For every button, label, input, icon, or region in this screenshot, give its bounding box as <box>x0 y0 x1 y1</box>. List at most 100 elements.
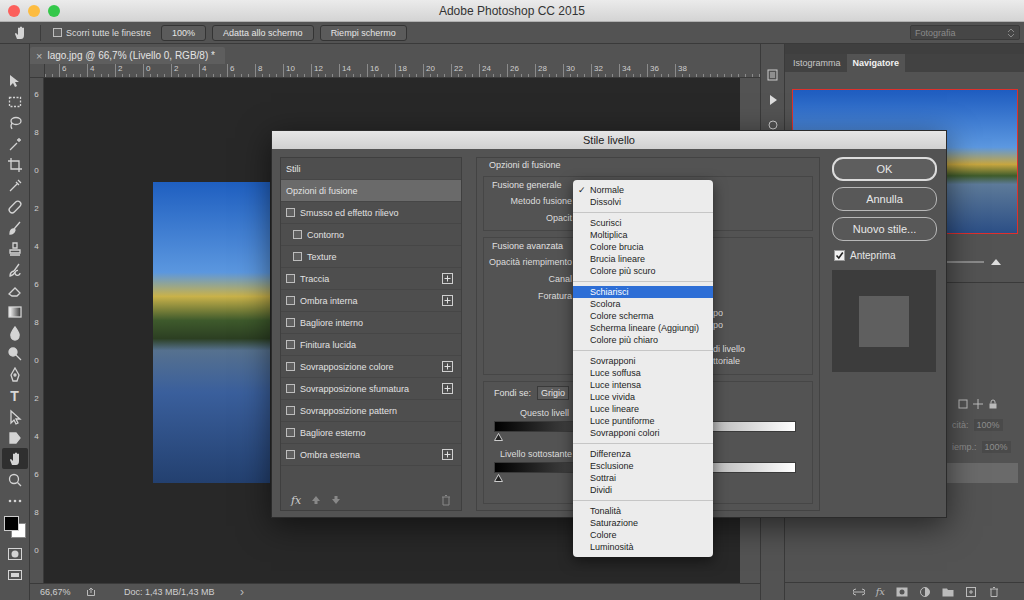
style-checkbox[interactable] <box>286 208 295 217</box>
zoom-level[interactable]: 66,67% <box>40 587 78 597</box>
style-item[interactable]: Contorno <box>281 224 461 246</box>
fx-button[interactable]: fx <box>876 586 885 597</box>
menu-item[interactable]: Luce intensa <box>573 379 713 391</box>
checkbox[interactable] <box>53 28 62 37</box>
style-item[interactable]: Sovrapposizione colore <box>281 356 461 378</box>
style-checkbox[interactable] <box>286 296 295 305</box>
scroll-all-checkbox[interactable]: Scorri tutte le finestre <box>53 28 151 38</box>
folder-icon[interactable] <box>942 587 954 597</box>
style-item[interactable]: Bagliore esterno <box>281 422 461 444</box>
add-icon[interactable] <box>442 273 453 284</box>
menu-item[interactable]: Luce soffusa <box>573 367 713 379</box>
menu-item[interactable]: Luce lineare <box>573 403 713 415</box>
checkbox[interactable] <box>834 250 845 261</box>
zoom-in-icon[interactable] <box>990 258 1002 266</box>
dialog-button[interactable]: Annulla <box>832 187 937 211</box>
style-item[interactable]: Sovrapposizione sfumatura <box>281 378 461 400</box>
history-tool[interactable] <box>2 259 28 280</box>
menu-item[interactable]: Colore <box>573 529 713 541</box>
close-button[interactable] <box>8 5 20 17</box>
hand-icon[interactable] <box>12 25 28 41</box>
stamp-tool[interactable] <box>2 238 28 259</box>
panel-tab[interactable]: Istogramma <box>787 54 847 72</box>
wand-tool[interactable] <box>2 133 28 154</box>
slider-handle-icon[interactable] <box>494 474 503 482</box>
menu-item[interactable]: Sovrapponi <box>573 355 713 367</box>
slider-handle-icon[interactable] <box>494 433 503 441</box>
style-item[interactable]: Finitura lucida <box>281 334 461 356</box>
menu-item[interactable]: Luminosità <box>573 541 713 553</box>
menu-item[interactable]: Colore più chiaro <box>573 334 713 346</box>
move-down-icon[interactable] <box>331 495 341 505</box>
eraser-tool[interactable] <box>2 280 28 301</box>
zoom-tool[interactable] <box>2 469 28 490</box>
foreground-color-swatch[interactable] <box>4 516 19 531</box>
minimize-button[interactable] <box>28 5 40 17</box>
add-icon[interactable] <box>442 361 453 372</box>
style-checkbox[interactable] <box>286 450 295 459</box>
brush-tool[interactable] <box>2 217 28 238</box>
gradient-tool[interactable] <box>2 301 28 322</box>
panel-tab[interactable]: Navigatore <box>847 54 906 72</box>
mask-icon[interactable] <box>896 587 908 597</box>
option-button[interactable]: Riempi schermo <box>320 25 407 41</box>
type-tool[interactable]: T <box>2 385 28 406</box>
quick-mask-tool[interactable] <box>2 543 28 564</box>
style-item[interactable]: Ombra interna <box>281 290 461 312</box>
lock-position-icon[interactable] <box>973 399 983 409</box>
menu-item[interactable]: Dissolvi <box>573 196 713 208</box>
menu-item[interactable]: Differenza <box>573 448 713 460</box>
pen-tool[interactable] <box>2 364 28 385</box>
layer-row[interactable] <box>946 463 1018 483</box>
workspace-select[interactable]: Fotografia <box>910 25 1020 40</box>
lock-pixels-icon[interactable] <box>958 399 968 409</box>
trash-icon[interactable] <box>441 495 451 506</box>
menu-item[interactable]: Luce vivida <box>573 391 713 403</box>
menu-item[interactable]: Esclusione <box>573 460 713 472</box>
style-item[interactable]: Traccia <box>281 268 461 290</box>
new-layer-icon[interactable] <box>965 587 977 597</box>
style-checkbox[interactable] <box>293 252 302 261</box>
document-tab[interactable]: × lago.jpg @ 66,7% (Livello 0, RGB/8) * <box>30 47 225 64</box>
marquee-tool[interactable] <box>2 91 28 112</box>
screen-mode-tool[interactable] <box>2 564 28 585</box>
close-tab-button[interactable]: × <box>36 50 42 62</box>
option-label[interactable]: po <box>713 320 808 332</box>
option-label[interactable]: po <box>713 308 808 320</box>
field-value[interactable]: 100% <box>974 419 1003 431</box>
trash-icon[interactable] <box>988 587 1000 597</box>
option-button[interactable]: Adatta allo schermo <box>212 25 314 41</box>
link-icon[interactable] <box>853 587 865 597</box>
panel-collapse-bar[interactable] <box>785 44 1024 54</box>
layer-field[interactable]: cità: 100% <box>952 417 1018 433</box>
lock-all-icon[interactable] <box>988 399 998 409</box>
menu-item[interactable]: Colore scherma <box>573 310 713 322</box>
color-swatches[interactable] <box>3 515 27 541</box>
menu-item[interactable]: Sottrai <box>573 472 713 484</box>
option-button[interactable]: 100% <box>161 25 206 41</box>
menu-item[interactable]: Luce puntiforme <box>573 415 713 427</box>
channel-select[interactable]: Grigio <box>537 386 569 400</box>
style-checkbox[interactable] <box>286 428 295 437</box>
field-value[interactable]: 100% <box>982 441 1011 453</box>
menu-item[interactable]: Brucia lineare <box>573 253 713 265</box>
menu-item[interactable]: Sovrapponi colori <box>573 427 713 439</box>
dialog-button[interactable]: OK <box>832 157 937 181</box>
style-checkbox[interactable] <box>286 362 295 371</box>
menu-item[interactable]: Colore più scuro <box>573 265 713 277</box>
menu-item[interactable]: Scurisci <box>573 217 713 229</box>
dialog-button[interactable]: Nuovo stile... <box>832 217 937 241</box>
menu-item[interactable]: Schiarisci <box>573 286 713 298</box>
style-item[interactable]: Smusso ed effetto rilievo <box>281 202 461 224</box>
crop-tool[interactable] <box>2 154 28 175</box>
style-checkbox[interactable] <box>286 340 295 349</box>
status-menu-button[interactable]: › <box>240 585 244 599</box>
style-item[interactable]: Bagliore interno <box>281 312 461 334</box>
hand-tool[interactable] <box>2 448 28 469</box>
style-checkbox[interactable] <box>286 318 295 327</box>
layer-field[interactable]: iemp.: 100% <box>952 439 1018 455</box>
style-item[interactable]: Sovrapposizione pattern <box>281 400 461 422</box>
menu-item[interactable]: ✓ Normale <box>573 184 713 196</box>
menu-item[interactable]: Moltiplica <box>573 229 713 241</box>
fx-button[interactable]: fx <box>291 494 301 507</box>
